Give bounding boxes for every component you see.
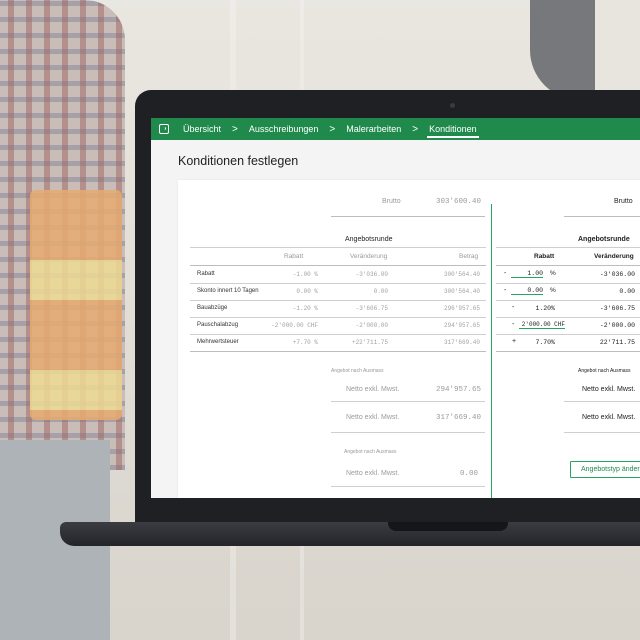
row-label: Skonto innert 10 Tagen xyxy=(197,288,259,294)
cell-betrag: 294'957.65 xyxy=(443,322,480,329)
cell-veraenderung: +22'711.75 xyxy=(351,339,388,346)
cell-rabatt: -1.00 % xyxy=(292,271,318,278)
cell-rabatt: +7.70 % xyxy=(292,339,318,346)
cell-veraenderung-right: -3'606.75 xyxy=(599,305,635,312)
cell-betrag: 300'564.40 xyxy=(443,288,480,295)
rabatt-input[interactable]: 1.00 xyxy=(511,270,543,278)
divider xyxy=(331,401,485,402)
divider xyxy=(331,432,485,433)
divider xyxy=(496,265,640,266)
cell-veraenderung: -2'000.00 xyxy=(355,322,388,329)
divider xyxy=(564,401,640,402)
cell-rabatt: -1.20 % xyxy=(292,305,318,312)
sign: - xyxy=(504,287,507,294)
divider xyxy=(496,334,640,335)
cell-betrag: 296'957.65 xyxy=(443,305,480,312)
sign: + xyxy=(512,338,517,345)
divider xyxy=(496,317,640,318)
cell-veraenderung: -3'036.00 xyxy=(355,271,388,278)
top-navigation: Übersicht > Ausschreibungen > Malerarbei… xyxy=(151,118,640,140)
bauabzuege-value[interactable]: 1.20% xyxy=(523,305,555,312)
divider xyxy=(190,351,486,352)
header-veraenderung: Veränderung xyxy=(350,253,388,260)
section-title-angebotsrunde: Angebotsrunde xyxy=(345,236,393,243)
header-rabatt-right: Rabatt xyxy=(534,253,555,260)
angebot-nach-ausmass-label-right: Angebot nach Ausmass xyxy=(578,368,631,374)
header-veraenderung-right: Veränderung xyxy=(594,253,634,260)
netto-value: 317'669.40 xyxy=(436,414,482,422)
cell-betrag: 300'564.40 xyxy=(443,271,480,278)
divider xyxy=(190,283,486,284)
netto-label: Netto exkl. Mwst. xyxy=(346,386,400,393)
nav-conditions[interactable]: Konditionen xyxy=(427,124,479,138)
divider xyxy=(331,486,485,487)
chevron-right-icon: > xyxy=(412,123,419,135)
main-content: Konditionen festlegen Brutto 303'600.40 … xyxy=(151,140,640,498)
pauschalabzug-input[interactable]: 2'000.00 CHF xyxy=(519,321,565,329)
skonto-input[interactable]: 0.00 xyxy=(511,287,543,295)
chevron-right-icon: > xyxy=(232,123,238,135)
divider xyxy=(190,265,486,266)
cell-veraenderung-right: 0.00 xyxy=(619,288,635,295)
row-label: Pauschalabzug xyxy=(197,322,239,328)
cell-veraenderung-right: -2'000.00 xyxy=(599,322,635,329)
row-label: Mehrwertsteuer xyxy=(197,339,239,345)
change-offer-type-button[interactable]: Angebotstyp ändern xyxy=(570,461,640,478)
webcam xyxy=(450,103,455,108)
netto-label-right: Netto exkl. Mwst. xyxy=(582,414,636,421)
divider xyxy=(496,351,640,352)
brutto-value: 303'600.40 xyxy=(436,198,482,206)
divider xyxy=(496,300,640,301)
section-title-angebotsrunde-right: Angebotsrunde xyxy=(578,236,630,243)
netto-value: 294'957.65 xyxy=(436,386,482,394)
divider xyxy=(496,283,640,284)
brutto-label: Brutto xyxy=(382,198,401,205)
divider xyxy=(564,216,640,217)
cell-veraenderung-right: -3'036.00 xyxy=(599,271,635,278)
sign: - xyxy=(504,270,507,277)
laptop-notch xyxy=(388,522,508,531)
unit: % xyxy=(550,270,556,277)
header-rabatt: Rabatt xyxy=(284,253,304,260)
cell-rabatt: -2'000.00 CHF xyxy=(271,322,318,329)
divider xyxy=(331,216,485,217)
angebot-nach-ausmass-label: Angebot nach Ausmass xyxy=(344,449,397,455)
header-betrag: Betrag xyxy=(459,253,479,260)
nav-painting-work[interactable]: Malerarbeiten xyxy=(344,124,403,134)
divider xyxy=(190,300,486,301)
netto-label: Netto exkl. Mwst. xyxy=(346,414,400,421)
laptop-base xyxy=(60,522,640,546)
brutto-label-right: Brutto xyxy=(614,198,633,205)
divider xyxy=(190,317,486,318)
cell-veraenderung-right: 22'711.75 xyxy=(599,339,635,346)
divider xyxy=(564,432,640,433)
sign: - xyxy=(512,321,515,328)
row-label: Rabatt xyxy=(197,271,215,277)
cell-betrag: 317'669.40 xyxy=(443,339,480,346)
netto-label: Netto exkl. Mwst. xyxy=(346,470,400,477)
unit: % xyxy=(550,287,556,294)
app-logo-icon[interactable] xyxy=(159,124,169,134)
chevron-right-icon: > xyxy=(329,123,336,135)
conditions-card: Brutto 303'600.40 Angebotsrunde Rabatt V… xyxy=(178,180,640,498)
divider xyxy=(190,334,486,335)
column-divider xyxy=(491,204,492,498)
nav-tenders[interactable]: Ausschreibungen xyxy=(247,124,321,134)
row-label: Bauabzüge xyxy=(197,305,228,311)
nav-overview[interactable]: Übersicht xyxy=(181,124,223,134)
divider xyxy=(190,247,486,248)
cell-rabatt: 0.00 % xyxy=(296,288,318,295)
sign: - xyxy=(512,304,515,311)
netto-label-right: Netto exkl. Mwst. xyxy=(582,386,636,393)
netto-value: 0.00 xyxy=(460,470,479,478)
mwst-value[interactable]: 7.70% xyxy=(523,339,555,346)
page-title: Konditionen festlegen xyxy=(178,154,299,168)
angebot-nach-ausmass-label: Angebot nach Ausmass xyxy=(331,368,384,374)
cell-veraenderung: -3'606.75 xyxy=(355,305,388,312)
divider xyxy=(496,247,640,248)
laptop-screen: Übersicht > Ausschreibungen > Malerarbei… xyxy=(151,118,640,498)
cell-veraenderung: 0.00 xyxy=(373,288,388,295)
